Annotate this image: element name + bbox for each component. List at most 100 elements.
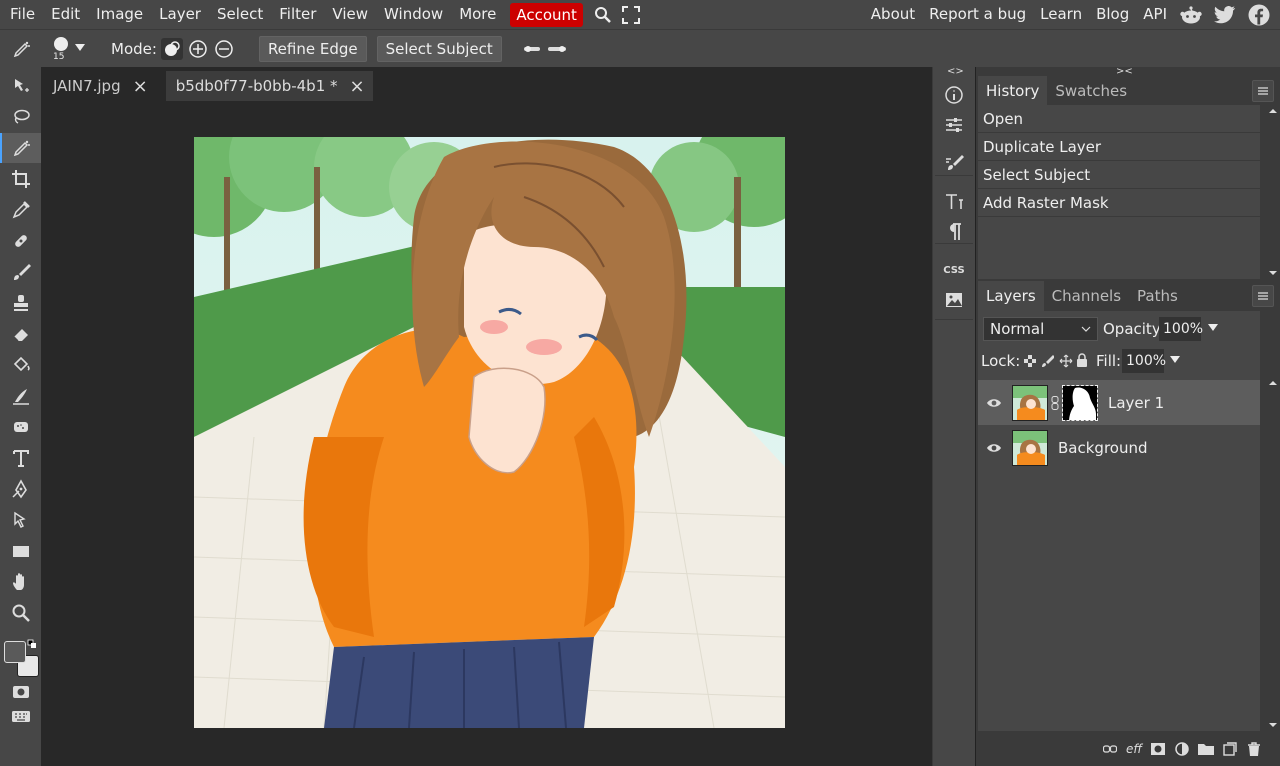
css-icon[interactable]: CSS [933, 255, 975, 285]
toggle-left-icon[interactable] [523, 41, 540, 57]
keyboard-icon[interactable] [0, 701, 41, 731]
lock-position-icon[interactable] [1059, 354, 1073, 368]
adjustment-layer-icon[interactable] [1170, 737, 1194, 761]
link-learn[interactable]: Learn [1033, 0, 1089, 29]
pen-tool-icon[interactable] [0, 474, 41, 504]
rectangle-tool-icon[interactable] [0, 536, 41, 566]
mode-add-icon[interactable] [187, 38, 209, 60]
lasso-tool-icon[interactable] [0, 102, 41, 132]
close-icon[interactable]: × [133, 76, 148, 97]
chevron-down-icon[interactable] [1169, 355, 1181, 365]
eye-icon[interactable] [986, 442, 1002, 454]
tab-jain7[interactable]: JAIN7.jpg × [43, 71, 156, 101]
history-item[interactable]: Duplicate Layer [978, 133, 1260, 161]
history-item[interactable]: Select Subject [978, 161, 1260, 189]
layer-row-layer-1[interactable]: Layer 1 [978, 380, 1260, 425]
menu-layer[interactable]: Layer [151, 0, 209, 29]
mode-new-selection-icon[interactable] [160, 37, 183, 60]
healing-brush-tool-icon[interactable] [0, 226, 41, 256]
smudge-tool-icon[interactable] [0, 381, 41, 411]
bucket-tool-icon[interactable] [0, 350, 41, 380]
mode-subtract-icon[interactable] [213, 38, 235, 60]
layers-scrollbar[interactable] [1266, 377, 1280, 731]
layer-row-background[interactable]: Background [978, 425, 1260, 470]
menu-edit[interactable]: Edit [43, 0, 88, 29]
link-blog[interactable]: Blog [1089, 0, 1136, 29]
collapse-left-toggle[interactable]: <> [947, 66, 964, 77]
refine-edge-button[interactable]: Refine Edge [258, 35, 367, 62]
twitter-icon[interactable] [1208, 0, 1242, 29]
history-item[interactable]: Open [978, 105, 1260, 133]
blend-mode-select[interactable]: Normal [983, 317, 1098, 341]
menu-select[interactable]: Select [209, 0, 271, 29]
lock-pixels-icon[interactable] [1042, 354, 1054, 368]
facebook-icon[interactable] [1242, 0, 1276, 29]
eraser-tool-icon[interactable] [0, 319, 41, 349]
tab-swatches[interactable]: Swatches [1047, 76, 1135, 106]
menu-icon[interactable] [1252, 285, 1274, 307]
hand-tool-icon[interactable] [0, 567, 41, 597]
layer-mask-thumbnail[interactable] [1062, 384, 1098, 421]
lock-all-icon[interactable] [1076, 353, 1088, 367]
chevron-down-icon[interactable] [74, 41, 86, 57]
quick-selection-tool-icon[interactable] [0, 133, 41, 163]
menu-filter[interactable]: Filter [271, 0, 324, 29]
chevron-down-icon[interactable] [1207, 323, 1219, 333]
link-layers-icon[interactable] [1098, 737, 1122, 761]
tab-layers[interactable]: Layers [978, 281, 1044, 311]
lock-transparency-icon[interactable] [1024, 355, 1036, 367]
new-layer-icon[interactable] [1218, 737, 1242, 761]
layer-name[interactable]: Layer 1 [1108, 394, 1164, 412]
folder-icon[interactable] [1194, 737, 1218, 761]
link-about[interactable]: About [864, 0, 922, 29]
eyedropper-tool-icon[interactable] [0, 195, 41, 225]
account-button[interactable]: Account [510, 2, 583, 27]
info-icon[interactable] [933, 80, 975, 110]
move-tool-icon[interactable] [0, 71, 41, 101]
brush-tool-icon[interactable] [0, 257, 41, 287]
tab-channels[interactable]: Channels [1044, 281, 1129, 311]
history-item[interactable]: Add Raster Mask [978, 189, 1260, 217]
path-select-tool-icon[interactable] [0, 505, 41, 535]
default-colors-icon[interactable] [27, 639, 37, 649]
sponge-tool-icon[interactable] [0, 412, 41, 442]
trash-icon[interactable] [1242, 737, 1266, 761]
menu-icon[interactable] [1252, 80, 1274, 102]
reddit-icon[interactable] [1174, 0, 1208, 29]
fill-input[interactable]: 100% [1122, 349, 1166, 373]
menu-view[interactable]: View [324, 0, 376, 29]
color-swatches[interactable] [3, 639, 39, 679]
tab-paths[interactable]: Paths [1129, 281, 1186, 311]
toggle-right-icon[interactable] [547, 41, 566, 57]
menu-file[interactable]: File [0, 0, 43, 29]
mask-icon[interactable] [1146, 737, 1170, 761]
layer-name[interactable]: Background [1058, 439, 1148, 457]
foreground-color-swatch[interactable] [4, 641, 26, 663]
brush-size-picker[interactable]: 15 [52, 34, 72, 64]
character-icon[interactable] [933, 187, 975, 217]
image-icon[interactable] [933, 285, 975, 315]
menu-more[interactable]: More [451, 0, 504, 29]
effects-button[interactable]: eff [1122, 737, 1146, 761]
link-api[interactable]: API [1136, 0, 1174, 29]
tab-b5db0f77[interactable]: b5db0f77-b0bb-4b1 * × [165, 71, 373, 101]
brush-settings-icon[interactable] [933, 148, 975, 178]
link-report-bug[interactable]: Report a bug [922, 0, 1033, 29]
link-icon[interactable] [1051, 395, 1059, 410]
eye-icon[interactable] [986, 397, 1002, 409]
opacity-input[interactable]: 100% [1159, 317, 1203, 341]
image-canvas[interactable] [194, 137, 785, 728]
type-tool-icon[interactable] [0, 443, 41, 473]
zoom-tool-icon[interactable] [0, 598, 41, 628]
select-subject-button[interactable]: Select Subject [376, 35, 502, 62]
close-icon[interactable]: × [350, 76, 365, 97]
tab-history[interactable]: History [978, 76, 1048, 106]
history-scrollbar[interactable] [1266, 105, 1280, 279]
menu-window[interactable]: Window [376, 0, 451, 29]
fullscreen-icon[interactable] [617, 0, 645, 29]
crop-tool-icon[interactable] [0, 164, 41, 194]
adjustments-icon[interactable] [933, 110, 975, 140]
stamp-tool-icon[interactable] [0, 288, 41, 318]
menu-image[interactable]: Image [88, 0, 151, 29]
search-icon[interactable] [589, 0, 617, 29]
